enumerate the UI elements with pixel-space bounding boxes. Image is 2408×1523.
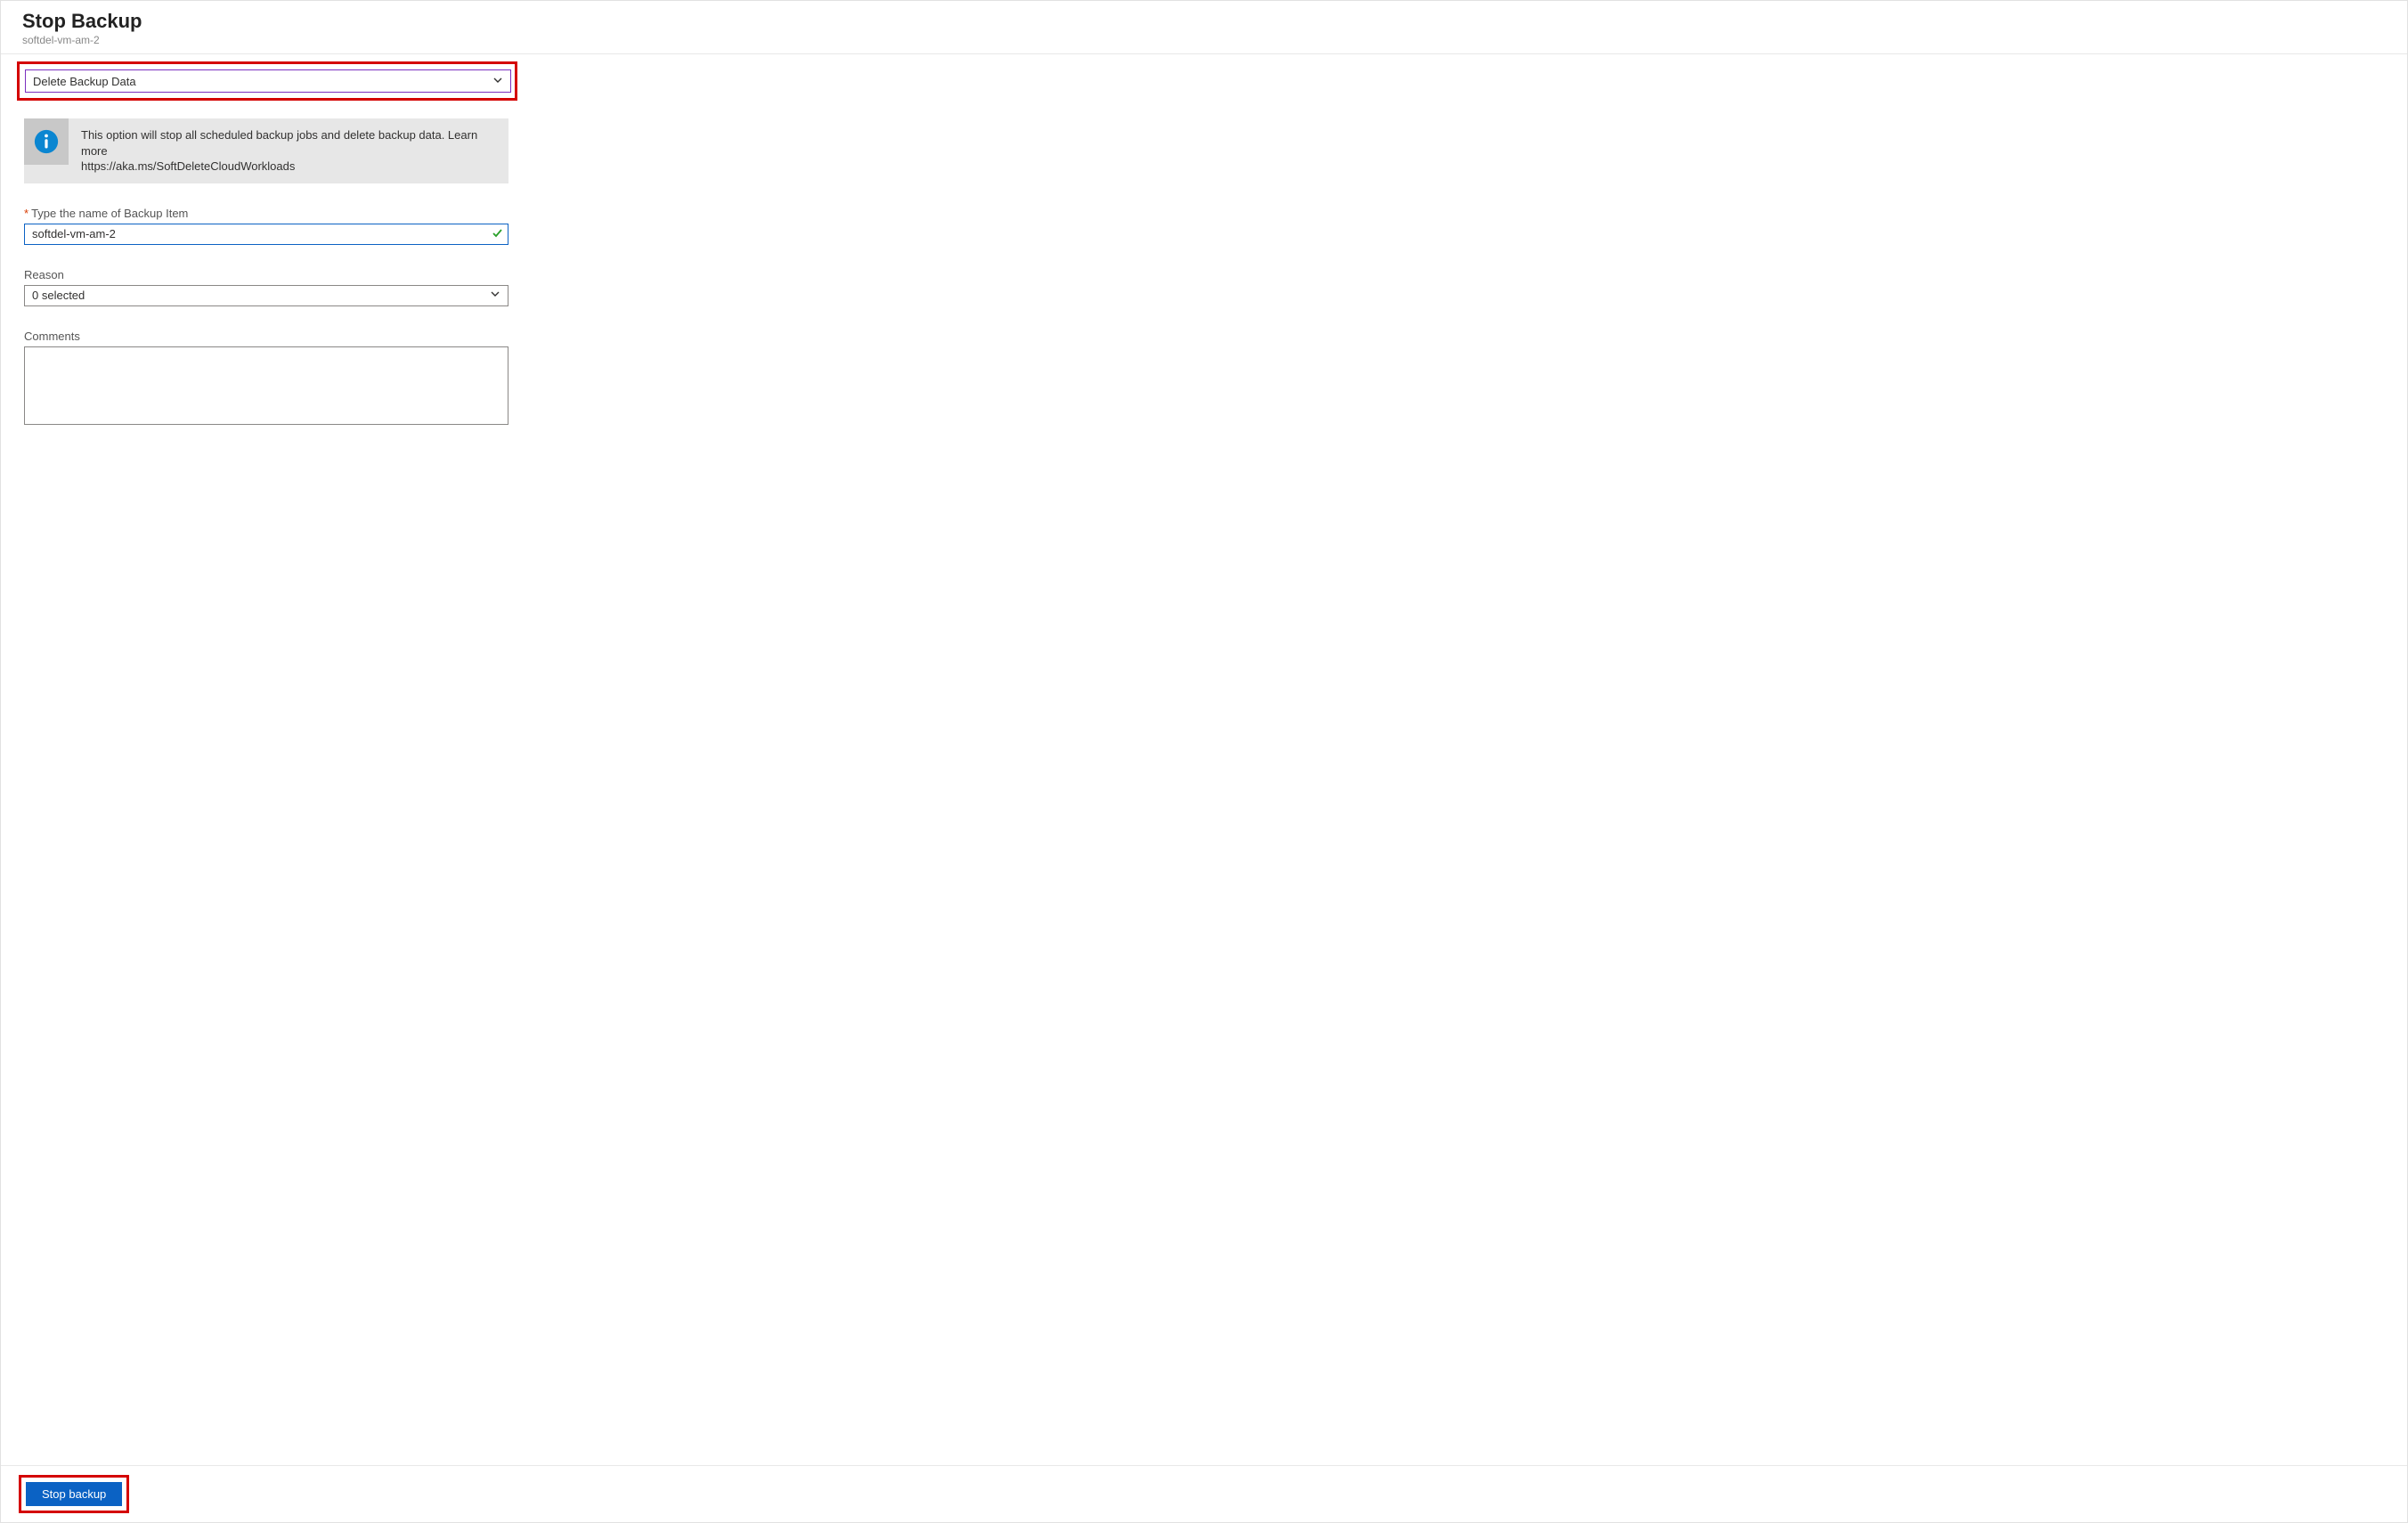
highlight-box-action-dropdown: Delete Backup Data (17, 61, 517, 101)
required-asterisk: * (24, 207, 28, 220)
backup-item-name-input[interactable] (24, 224, 508, 245)
comments-textarea[interactable] (24, 346, 508, 425)
info-icon (24, 118, 69, 165)
name-field: *Type the name of Backup Item (24, 207, 508, 245)
action-dropdown-value: Delete Backup Data (33, 75, 136, 88)
info-message: This option will stop all scheduled back… (81, 128, 477, 158)
action-dropdown[interactable]: Delete Backup Data (25, 69, 511, 93)
page-subtitle: softdel-vm-am-2 (22, 34, 2386, 46)
info-link[interactable]: https://aka.ms/SoftDeleteCloudWorkloads (81, 159, 295, 173)
page-title: Stop Backup (22, 10, 2386, 33)
comments-field-label: Comments (24, 330, 508, 343)
page-header: Stop Backup softdel-vm-am-2 (1, 1, 2407, 54)
name-field-label: *Type the name of Backup Item (24, 207, 508, 220)
chevron-down-icon (490, 289, 500, 302)
reason-field: Reason 0 selected (24, 268, 508, 306)
reason-field-label: Reason (24, 268, 508, 281)
reason-dropdown-value: 0 selected (32, 289, 85, 302)
comments-field: Comments (24, 330, 508, 428)
info-box: This option will stop all scheduled back… (24, 118, 508, 183)
highlight-box-stop-button: Stop backup (19, 1475, 129, 1513)
reason-dropdown[interactable]: 0 selected (24, 285, 508, 306)
info-text: This option will stop all scheduled back… (69, 118, 508, 183)
page-content: Delete Backup Data This option will stop… (1, 54, 2407, 1465)
page-footer: Stop backup (1, 1465, 2407, 1522)
chevron-down-icon (492, 75, 503, 88)
stop-backup-button[interactable]: Stop backup (26, 1482, 122, 1506)
